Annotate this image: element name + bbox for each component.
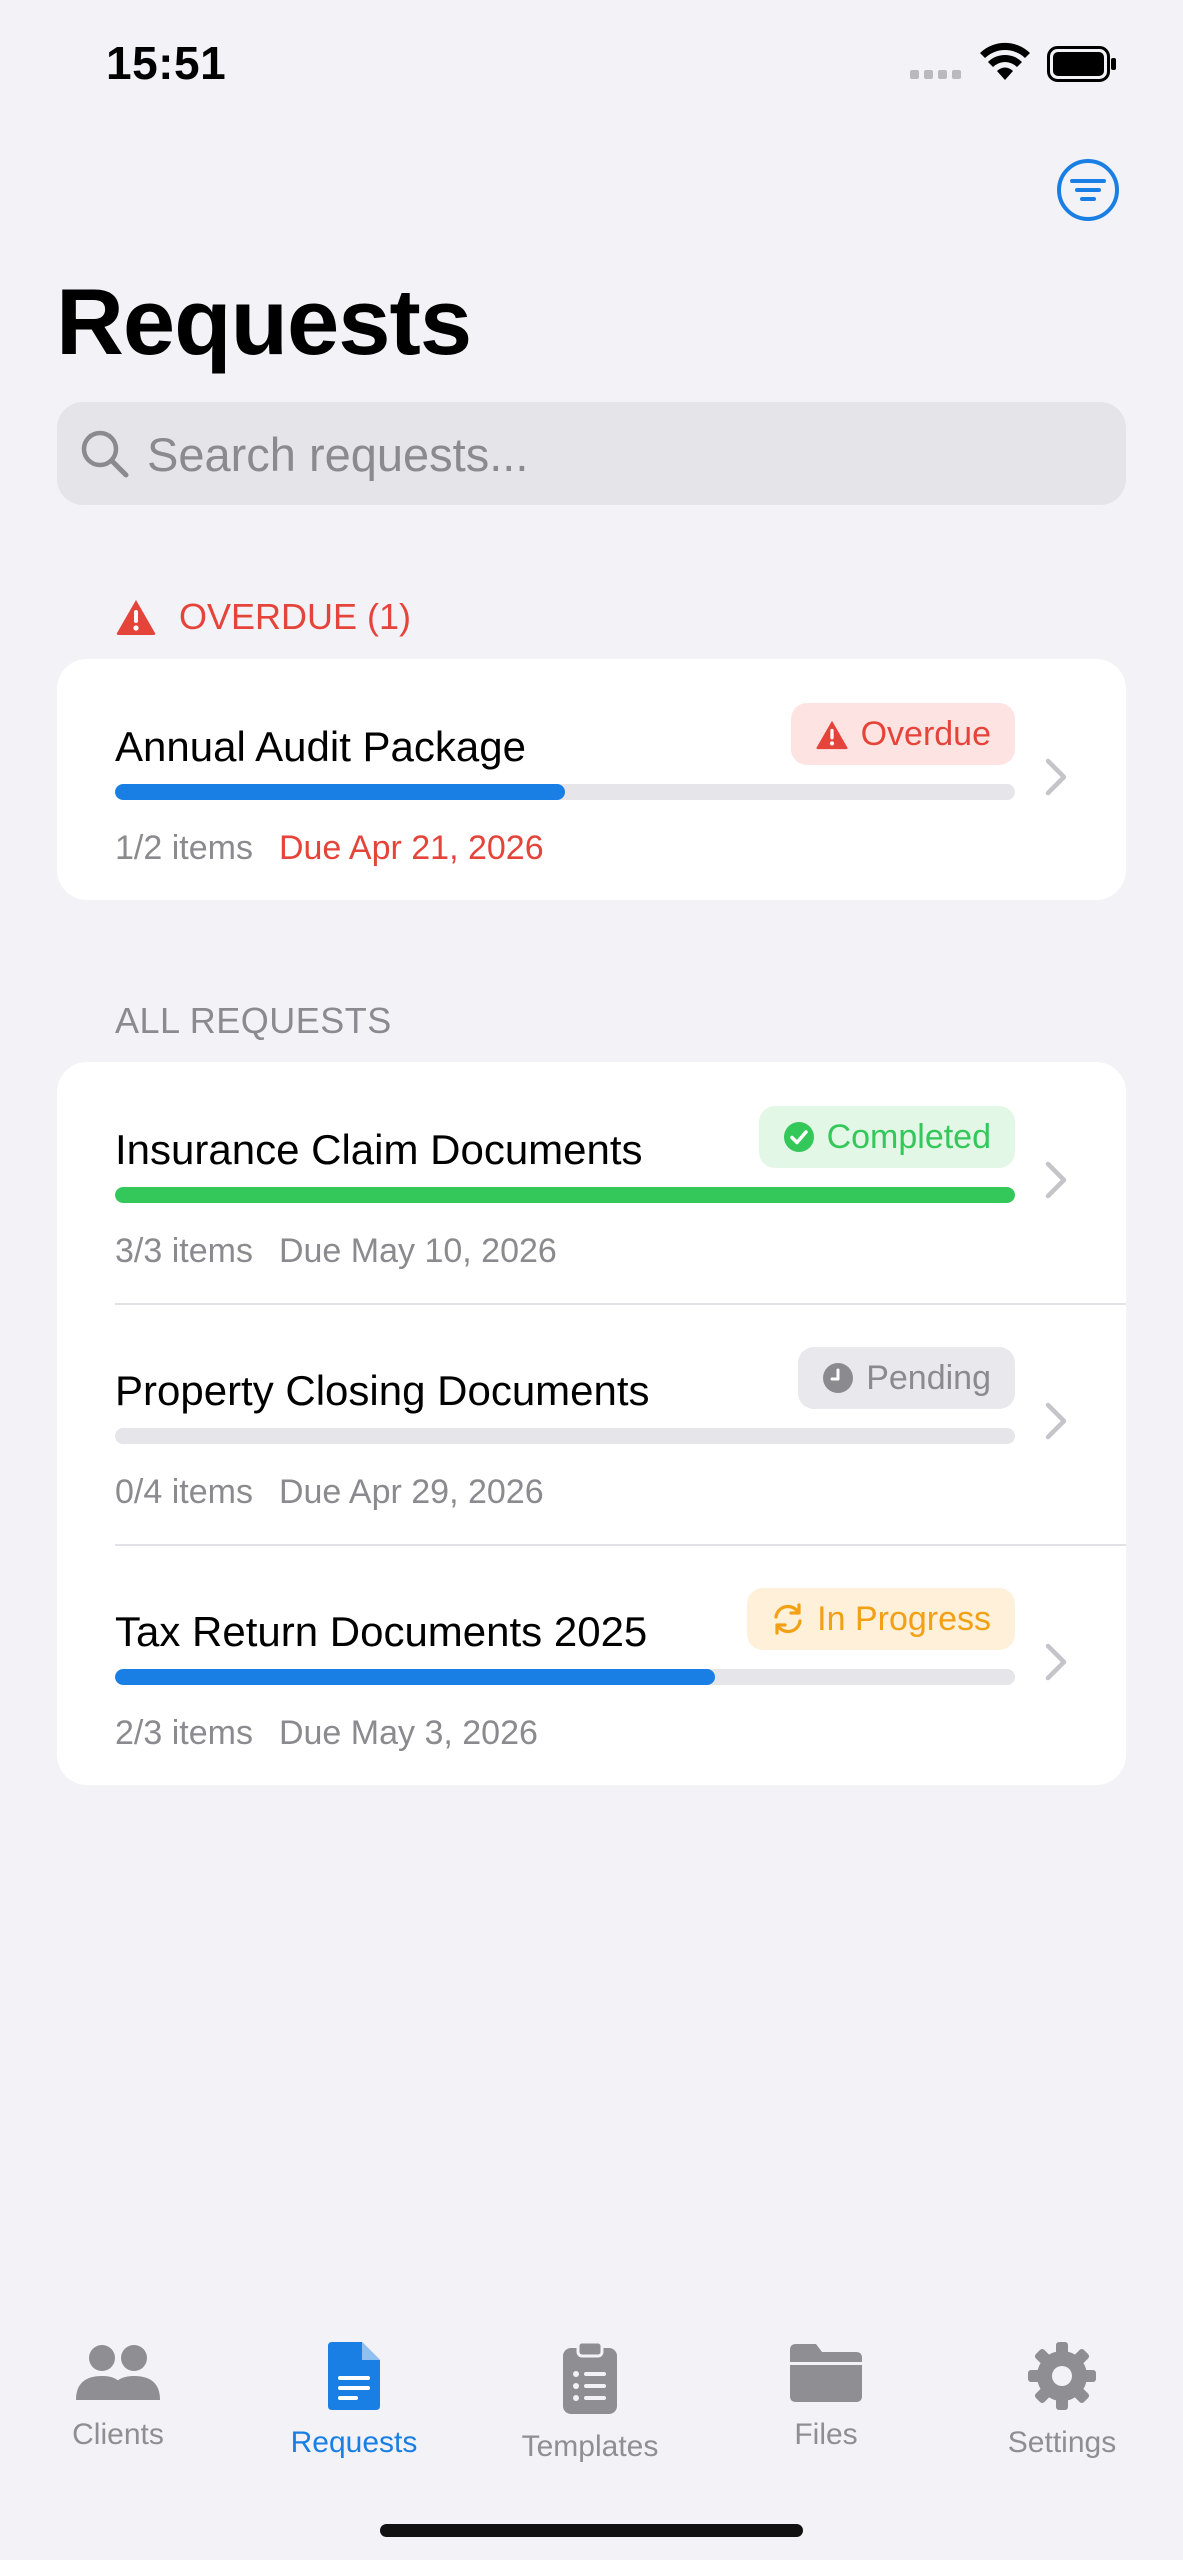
status-badge-in-progress: In Progress <box>747 1588 1015 1650</box>
progress-bar <box>115 1187 1015 1203</box>
clipboard-icon <box>563 2340 617 2414</box>
search-icon <box>81 430 129 478</box>
tab-templates[interactable]: Templates <box>472 2340 708 2464</box>
item-count: 0/4 items <box>115 1473 253 1511</box>
search-bar[interactable] <box>57 402 1126 507</box>
item-count: 3/3 items <box>115 1232 253 1270</box>
page-title: Requests <box>56 269 472 374</box>
due-date: Due Apr 21, 2026 <box>278 829 544 867</box>
due-date: Due May 3, 2026 <box>278 1714 538 1752</box>
item-count: 2/3 items <box>115 1714 253 1752</box>
progress-fill <box>115 784 565 800</box>
checkmark-circle-icon <box>783 1122 814 1152</box>
home-indicator <box>380 2524 803 2537</box>
tab-clients[interactable]: Clients <box>0 2340 236 2452</box>
status-badge-label: In Progress <box>817 1599 991 1638</box>
item-count: 1/2 items <box>115 829 253 867</box>
status-badge-overdue: Overdue <box>790 703 1015 765</box>
request-row-insurance-claim[interactable]: Insurance Claim Documents Completed 3/3 … <box>57 1062 1126 1303</box>
chevron-right-icon <box>1045 1643 1067 1681</box>
status-badge-label: Pending <box>866 1358 991 1397</box>
progress-bar <box>115 784 1015 800</box>
tab-label: Templates <box>521 2430 659 2463</box>
chevron-right-icon <box>1045 1402 1067 1440</box>
request-row-annual-audit[interactable]: Annual Audit Package Overdue 1/2 items D… <box>57 659 1126 900</box>
tab-label: Files <box>794 2418 858 2451</box>
warning-icon <box>816 720 848 749</box>
status-badge-pending: Pending <box>798 1347 1015 1409</box>
request-title: Annual Audit Package <box>115 723 526 770</box>
tab-label: Requests <box>290 2426 418 2459</box>
chevron-right-icon <box>1045 1161 1067 1199</box>
request-title: Property Closing Documents <box>115 1367 650 1414</box>
request-title: Insurance Claim Documents <box>115 1126 643 1173</box>
cellular-signal-icon <box>910 70 961 79</box>
filter-icon[interactable] <box>1056 158 1120 222</box>
document-icon <box>328 2342 380 2410</box>
all-requests-list: Insurance Claim Documents Completed 3/3 … <box>57 1062 1126 1785</box>
battery-icon <box>1047 46 1116 82</box>
overdue-section-label: OVERDUE (1) <box>179 596 412 637</box>
tab-requests[interactable]: Requests <box>236 2340 472 2460</box>
request-meta: 1/2 items Due Apr 21, 2026 <box>115 829 544 868</box>
request-meta: 3/3 items Due May 10, 2026 <box>115 1232 557 1271</box>
status-time: 15:51 <box>106 37 227 89</box>
progress-fill <box>115 1669 716 1685</box>
status-badge-label: Completed <box>826 1117 991 1156</box>
tab-files[interactable]: Files <box>708 2340 944 2452</box>
people-icon <box>76 2345 160 2400</box>
sync-arrows-icon <box>774 1603 802 1635</box>
overdue-requests-list: Annual Audit Package Overdue 1/2 items D… <box>57 659 1126 900</box>
status-badge-label: Overdue <box>860 714 991 753</box>
wifi-icon <box>980 42 1030 80</box>
request-row-property-closing[interactable]: Property Closing Documents Pending 0/4 i… <box>57 1303 1126 1544</box>
progress-bar <box>115 1428 1015 1444</box>
progress-bar <box>115 1669 1015 1685</box>
tab-label: Clients <box>72 2418 164 2451</box>
tab-settings[interactable]: Settings <box>944 2340 1180 2460</box>
request-meta: 0/4 items Due Apr 29, 2026 <box>115 1473 544 1512</box>
clock-icon <box>823 1363 854 1393</box>
request-title: Tax Return Documents 2025 <box>115 1608 648 1655</box>
all-requests-section-header: ALL REQUESTS <box>115 1000 392 1041</box>
folder-icon <box>790 2344 862 2402</box>
warning-icon <box>116 600 156 635</box>
search-input[interactable] <box>145 402 1089 507</box>
progress-fill <box>115 1187 1015 1203</box>
due-date: Due Apr 29, 2026 <box>278 1473 544 1511</box>
chevron-right-icon <box>1045 758 1067 796</box>
request-row-tax-return[interactable]: Tax Return Documents 2025 In Progress 2/… <box>57 1544 1126 1785</box>
overdue-section-header: OVERDUE (1) <box>115 596 411 638</box>
status-badge-completed: Completed <box>758 1106 1015 1168</box>
request-meta: 2/3 items Due May 3, 2026 <box>115 1714 538 1753</box>
due-date: Due May 10, 2026 <box>278 1232 557 1270</box>
gear-icon <box>1028 2342 1096 2410</box>
tab-label: Settings <box>1007 2426 1117 2459</box>
